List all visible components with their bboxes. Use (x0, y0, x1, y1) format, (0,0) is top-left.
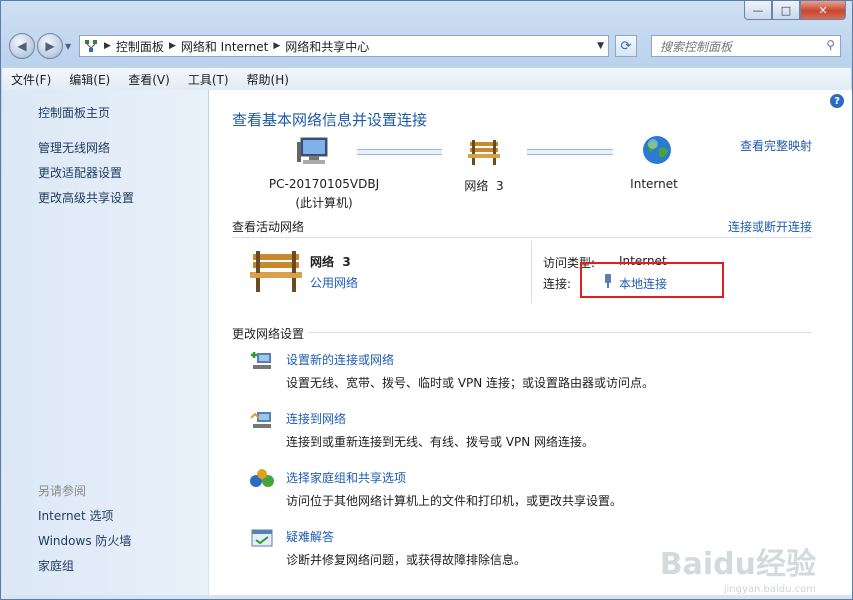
caption-buttons: — □ ✕ (744, 1, 846, 20)
history-dropdown-icon[interactable]: ▼ (65, 42, 75, 51)
task-connect-network-link[interactable]: 连接到网络 (286, 410, 346, 427)
breadcrumb-item[interactable]: 网络和共享中心 (285, 38, 369, 55)
back-button[interactable]: ◀ (9, 33, 35, 59)
network-map-label: 网络 3 (464, 179, 504, 193)
bench-large-icon (250, 251, 302, 292)
connect-network-icon (250, 412, 271, 428)
navigation-bar: ◀ ▶ ▼ ▶ 控制面板 ▶ 网络和 Internet ▶ 网络和共享中心 ▼ … (9, 31, 846, 61)
forward-button[interactable]: ▶ (37, 33, 63, 59)
task-troubleshoot-desc: 诊断并修复网络问题，或获得故障排除信息。 (286, 553, 527, 567)
sidebar-windows-firewall[interactable]: Windows 防火墙 (38, 532, 131, 549)
network-type-link[interactable]: 公用网络 (310, 274, 358, 291)
sidebar-control-panel-home[interactable]: 控制面板主页 (38, 104, 110, 121)
minimize-button[interactable]: — (744, 1, 772, 20)
internet-label: Internet (630, 177, 678, 191)
main-panel: ? 查看基本网络信息并设置连接 查看完整映射 PC-20170105VDBJ (… (209, 90, 852, 595)
task-homegroup-link[interactable]: 选择家庭组和共享选项 (286, 469, 406, 486)
vertical-divider (531, 241, 532, 303)
full-map-link[interactable]: 查看完整映射 (740, 137, 812, 154)
task-connect-network-desc: 连接到或重新连接到无线、有线、拨号或 VPN 网络连接。 (286, 435, 595, 449)
active-networks-header: 查看活动网络 (232, 220, 305, 234)
menu-edit[interactable]: 编辑(E) (60, 71, 119, 88)
address-dropdown-icon[interactable]: ▼ (597, 41, 604, 51)
breadcrumb-item[interactable]: 网络和 Internet (181, 38, 268, 55)
homegroup-icon (250, 469, 274, 487)
network-icon (85, 40, 97, 52)
connections-label: 连接: (543, 277, 572, 291)
menu-file[interactable]: 文件(F) (2, 71, 60, 88)
breadcrumb-separator-icon: ▶ (104, 41, 111, 51)
search-box[interactable]: ⚲ (651, 35, 841, 57)
task-homegroup-desc: 访问位于其他网络计算机上的文件和打印机，或更改共享设置。 (286, 494, 623, 508)
computer-icon (297, 137, 328, 164)
page-title: 查看基本网络信息并设置连接 (232, 111, 428, 129)
task-new-connection-link[interactable]: 设置新的连接或网络 (286, 351, 394, 368)
search-input[interactable] (658, 37, 822, 57)
watermark-logo: Baidu经验 (659, 547, 816, 582)
refresh-button[interactable]: ⟳ (615, 35, 637, 57)
menu-help[interactable]: 帮助(H) (238, 71, 298, 88)
maximize-button[interactable]: □ (772, 1, 800, 20)
sidebar: 控制面板主页 管理无线网络 更改适配器设置 更改高级共享设置 另请参阅 Inte… (2, 90, 208, 595)
sidebar-manage-wireless[interactable]: 管理无线网络 (38, 139, 110, 156)
menu-bar: 文件(F) 编辑(E) 查看(V) 工具(T) 帮助(H) (2, 67, 851, 91)
sidebar-change-adapter[interactable]: 更改适配器设置 (38, 164, 122, 181)
search-icon[interactable]: ⚲ (826, 38, 835, 52)
breadcrumb-item[interactable]: 控制面板 (116, 38, 164, 55)
watermark-url: jingyan.baidu.com (723, 584, 816, 595)
bench-icon (468, 140, 500, 165)
connection-line (527, 149, 613, 155)
computer-note: (此计算机) (295, 196, 353, 210)
globe-icon (643, 136, 671, 164)
see-also-title: 另请参阅 (38, 484, 87, 498)
sidebar-homegroup[interactable]: 家庭组 (38, 557, 74, 574)
address-bar[interactable]: ▶ 控制面板 ▶ 网络和 Internet ▶ 网络和共享中心 ▼ (79, 35, 609, 57)
troubleshoot-icon (251, 529, 273, 547)
connect-disconnect-link[interactable]: 连接或断开连接 (728, 218, 812, 235)
menu-view[interactable]: 查看(V) (119, 71, 179, 88)
close-button[interactable]: ✕ (800, 1, 846, 20)
connection-line (357, 149, 442, 155)
task-new-connection-desc: 设置无线、宽带、拨号、临时或 VPN 连接；或设置路由器或访问点。 (286, 376, 655, 390)
active-network-name: 网络 3 (310, 255, 351, 269)
sidebar-change-sharing[interactable]: 更改高级共享设置 (38, 189, 134, 206)
refresh-icon: ⟳ (620, 38, 632, 54)
forward-arrow-icon: ▶ (45, 39, 55, 53)
back-arrow-icon: ◀ (17, 39, 27, 53)
window: — □ ✕ ◀ ▶ ▼ ▶ 控制面板 ▶ 网络和 Internet ▶ 网络和共… (0, 0, 853, 600)
computer-name: PC-20170105VDBJ (268, 177, 380, 191)
divider (309, 332, 812, 333)
breadcrumb-separator-icon[interactable]: ▶ (273, 41, 280, 51)
change-settings-header: 更改网络设置 (232, 327, 305, 341)
breadcrumb-separator-icon[interactable]: ▶ (169, 41, 176, 51)
divider (232, 237, 812, 238)
sidebar-internet-options[interactable]: Internet 选项 (38, 507, 113, 524)
menu-tools[interactable]: 工具(T) (179, 71, 238, 88)
task-troubleshoot-link[interactable]: 疑难解答 (286, 528, 334, 545)
highlight-box (580, 262, 724, 298)
help-icon[interactable]: ? (830, 94, 844, 108)
new-connection-icon (251, 352, 271, 369)
